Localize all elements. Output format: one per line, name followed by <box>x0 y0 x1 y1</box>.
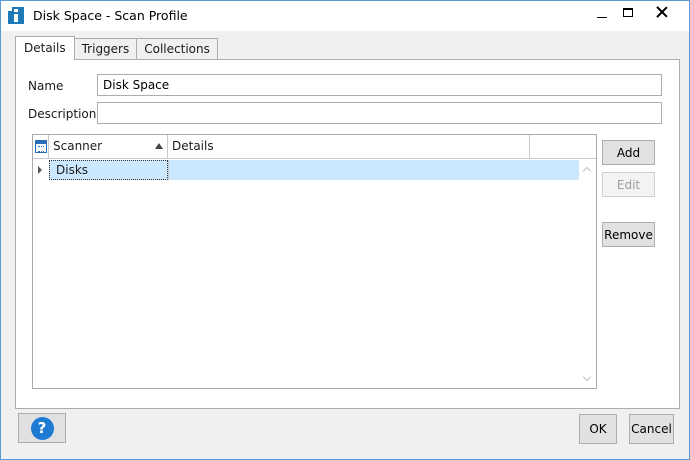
scan-profile-window: Disk Space - Scan Profile Details Trigge… <box>0 0 690 460</box>
remove-button[interactable]: Remove <box>602 222 655 247</box>
row-scanner-cell[interactable]: Disks <box>49 160 168 180</box>
column-header-scanner-label: Scanner <box>53 139 103 153</box>
name-input[interactable] <box>97 74 662 96</box>
scroll-up-icon[interactable] <box>583 165 592 174</box>
vertical-scrollbar[interactable] <box>579 160 596 388</box>
edit-button[interactable]: Edit <box>602 172 655 197</box>
tab-details[interactable]: Details <box>15 36 75 60</box>
app-logo-icon <box>8 7 24 24</box>
description-input[interactable] <box>97 102 662 124</box>
maximize-button[interactable] <box>612 1 644 31</box>
expand-icon <box>38 166 42 174</box>
column-header-details-label: Details <box>172 139 214 153</box>
cancel-button[interactable]: Cancel <box>629 414 674 444</box>
row-expander[interactable] <box>33 160 49 180</box>
window-title: Disk Space - Scan Profile <box>33 8 188 23</box>
column-header-filler <box>530 135 596 159</box>
scroll-down-icon[interactable] <box>583 374 592 383</box>
maximize-icon <box>623 7 633 17</box>
grid-header: Scanner Details <box>33 135 596 159</box>
sort-up-icon <box>155 143 163 149</box>
tab-strip: Details Triggers Collections <box>15 36 218 60</box>
details-panel: Name Description Scanner Details <box>15 59 680 409</box>
tab-triggers[interactable]: Triggers <box>73 38 138 60</box>
tab-collections[interactable]: Collections <box>136 38 218 60</box>
column-chooser-button[interactable] <box>33 135 49 159</box>
ok-button[interactable]: OK <box>579 414 617 444</box>
help-button[interactable]: ? <box>18 413 66 443</box>
column-header-details[interactable]: Details <box>168 135 530 159</box>
close-button[interactable] <box>646 1 678 31</box>
minimize-icon <box>597 16 607 18</box>
row-details-cell[interactable] <box>168 160 579 180</box>
column-header-scanner[interactable]: Scanner <box>49 135 168 159</box>
calendar-icon <box>35 140 47 153</box>
title-bar: Disk Space - Scan Profile <box>1 1 689 31</box>
description-label: Description <box>28 107 97 121</box>
add-button[interactable]: Add <box>602 140 655 165</box>
close-icon <box>656 6 668 18</box>
table-row[interactable]: Disks <box>33 160 579 180</box>
scanners-grid: Scanner Details Disks <box>32 134 597 389</box>
name-label: Name <box>28 79 64 93</box>
help-icon: ? <box>30 416 54 440</box>
